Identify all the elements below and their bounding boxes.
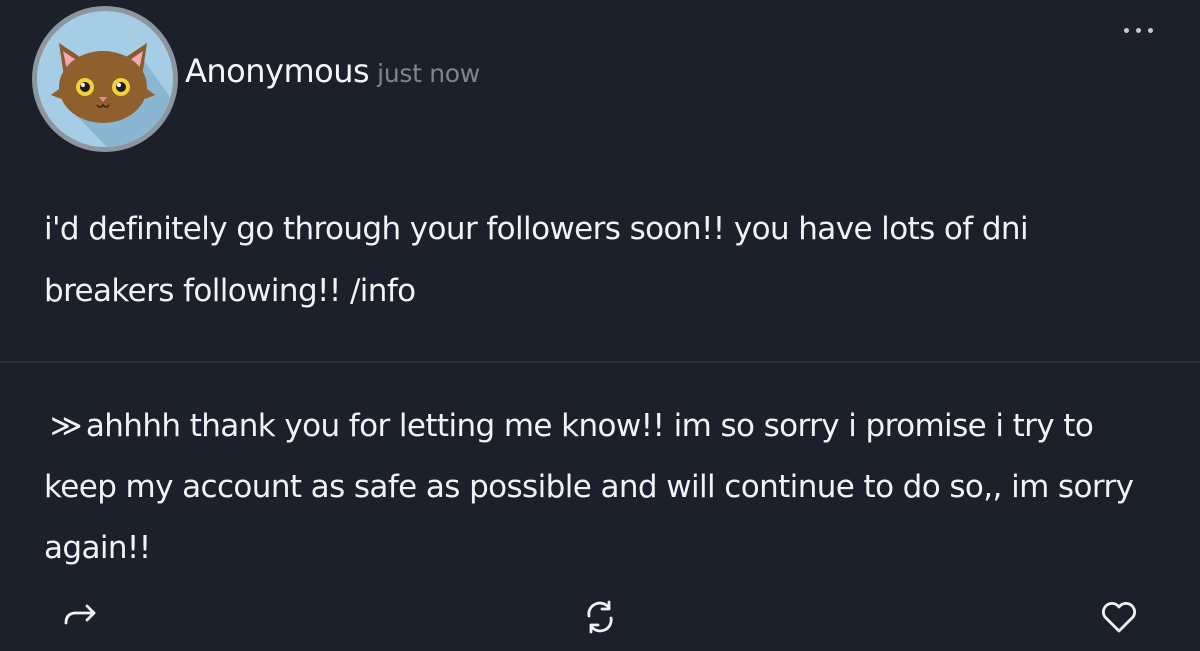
cat-face-avatar-icon [37,11,173,147]
heart-icon[interactable] [1097,595,1141,639]
author-name[interactable]: Anonymous [185,52,370,90]
answer-block: ≫ ahhhh thank you for letting me know!! i… [44,396,1164,579]
avatar[interactable] [32,6,178,152]
more-options-icon[interactable] [1122,20,1156,40]
author-line: Anonymous just now [185,52,480,90]
divider [0,361,1200,363]
answer-marker: ≫ [50,408,82,444]
ask-question-text: i'd definitely go through your followers… [44,211,1029,309]
share-arrow-icon[interactable] [60,595,104,639]
answer-text: ahhhh thank you for letting me know!! im… [44,408,1134,566]
post-actions [0,595,1200,645]
post-timestamp: just now [377,59,480,88]
post-header: Anonymous just now [0,0,1200,160]
ask-post: Anonymous just now i'd definitely go thro… [0,0,1200,651]
reblog-icon[interactable] [578,595,622,639]
